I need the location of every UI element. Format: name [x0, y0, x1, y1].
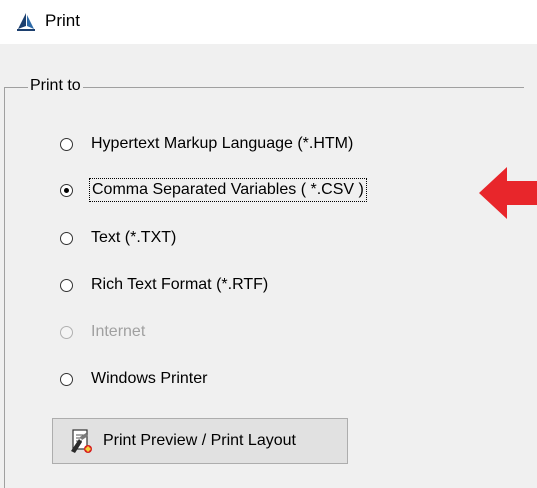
radio-button[interactable]	[60, 278, 73, 292]
option-label: Text (*.TXT)	[91, 229, 177, 246]
print-to-legend: Print to	[28, 75, 83, 97]
print-preview-button[interactable]: Print Preview / Print Layout	[52, 418, 348, 464]
radio-button-disabled	[60, 325, 73, 339]
option-label: Hypertext Markup Language (*.HTM)	[91, 135, 354, 152]
print-dialog: Print Print to Hypertext Markup Language…	[0, 0, 537, 488]
radio-button-selected[interactable]	[60, 183, 73, 197]
option-label: Rich Text Format (*.RTF)	[91, 276, 269, 293]
option-label: Windows Printer	[91, 370, 208, 387]
title-bar: Print	[0, 0, 537, 44]
option-txt[interactable]: Text (*.TXT)	[60, 226, 176, 250]
sail-icon	[17, 13, 35, 31]
option-windows-printer[interactable]: Windows Printer	[60, 367, 207, 391]
option-label: Comma Separated Variables ( *.CSV )	[89, 178, 367, 202]
window-title: Print	[45, 11, 80, 30]
radio-button[interactable]	[60, 372, 73, 386]
option-htm[interactable]: Hypertext Markup Language (*.HTM)	[60, 132, 353, 156]
radio-button[interactable]	[60, 137, 73, 151]
option-label: Internet	[91, 323, 146, 340]
option-rtf[interactable]: Rich Text Format (*.RTF)	[60, 273, 268, 297]
red-arrow-icon	[479, 167, 537, 219]
option-csv[interactable]: Comma Separated Variables ( *.CSV )	[60, 178, 367, 202]
radio-button[interactable]	[60, 231, 73, 245]
print-preview-icon	[71, 429, 92, 453]
option-internet: Internet	[60, 320, 145, 344]
print-preview-label: Print Preview / Print Layout	[103, 432, 296, 449]
